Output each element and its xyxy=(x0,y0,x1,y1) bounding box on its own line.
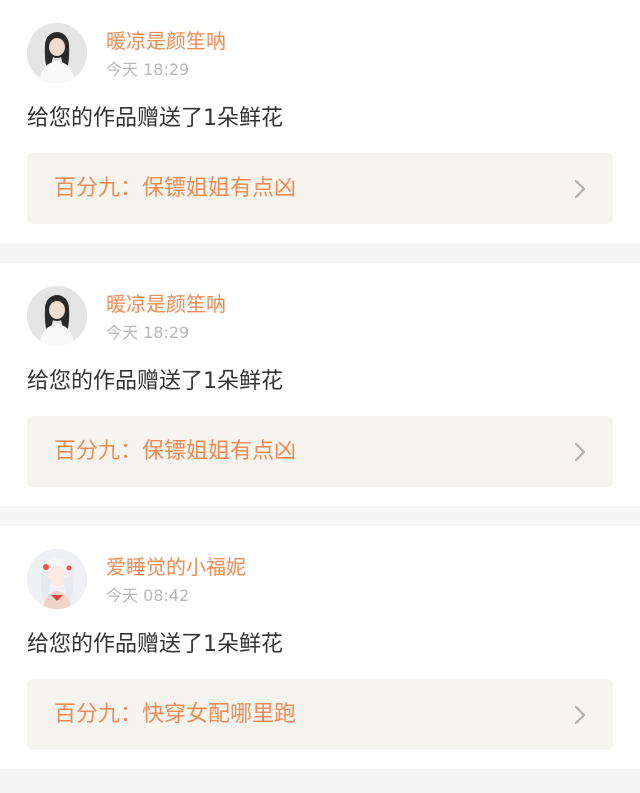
username[interactable]: 暖凉是颜笙呐 xyxy=(106,292,226,316)
notification-card: 爱睡觉的小福妮 今天 08:42 给您的作品赠送了1朵鲜花 百分九：快穿女配哪里… xyxy=(0,526,640,769)
work-link[interactable]: 百分九：保镖姐姐有点凶 xyxy=(27,153,613,224)
notification-message: 给您的作品赠送了1朵鲜花 xyxy=(27,632,283,657)
user-avatar[interactable] xyxy=(27,23,87,83)
notification-card: 暖凉是颜笙呐 今天 18:29 给您的作品赠送了1朵鲜花 百分九：保镖姐姐有点凶 xyxy=(0,0,640,243)
work-link[interactable]: 百分九：保镖姐姐有点凶 xyxy=(27,416,613,487)
timestamp: 今天 18:29 xyxy=(106,60,190,79)
username[interactable]: 暖凉是颜笙呐 xyxy=(106,29,226,53)
user-avatar-icon xyxy=(27,286,87,346)
chevron-right-icon xyxy=(573,179,587,199)
user-avatar[interactable] xyxy=(27,286,87,346)
work-title: 百分九：保镖姐姐有点凶 xyxy=(54,176,297,201)
work-title: 百分九：快穿女配哪里跑 xyxy=(54,702,297,727)
chevron-right-icon xyxy=(573,705,587,725)
work-title: 百分九：保镖姐姐有点凶 xyxy=(54,439,297,464)
chevron-right-icon xyxy=(573,442,587,462)
timestamp: 今天 18:29 xyxy=(106,323,190,342)
notification-feed: 暖凉是颜笙呐 今天 18:29 给您的作品赠送了1朵鲜花 百分九：保镖姐姐有点凶… xyxy=(0,0,640,769)
username[interactable]: 爱睡觉的小福妮 xyxy=(106,555,246,579)
notification-message: 给您的作品赠送了1朵鲜花 xyxy=(27,369,283,394)
work-link[interactable]: 百分九：快穿女配哪里跑 xyxy=(27,679,613,750)
user-avatar[interactable] xyxy=(27,549,87,609)
user-avatar-icon xyxy=(27,549,87,609)
notification-card: 暖凉是颜笙呐 今天 18:29 给您的作品赠送了1朵鲜花 百分九：保镖姐姐有点凶 xyxy=(0,263,640,506)
user-avatar-icon xyxy=(27,23,87,83)
notification-message: 给您的作品赠送了1朵鲜花 xyxy=(27,106,283,131)
timestamp: 今天 08:42 xyxy=(106,586,190,605)
